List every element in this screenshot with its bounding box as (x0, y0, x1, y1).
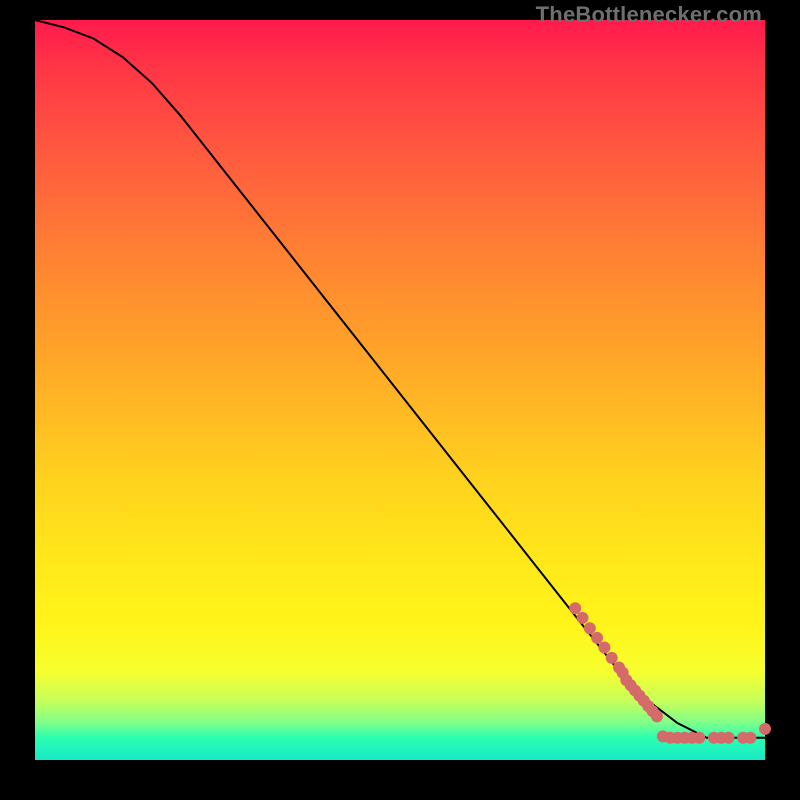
chart-data-point (693, 732, 705, 744)
chart-data-point (606, 652, 618, 664)
chart-data-point (584, 622, 596, 634)
chart-data-point (651, 710, 663, 722)
chart-stage: TheBottlenecker.com (0, 0, 800, 800)
chart-line (35, 20, 765, 738)
chart-plot-area (35, 20, 765, 760)
chart-data-point (591, 632, 603, 644)
chart-data-point (723, 732, 735, 744)
chart-data-point (598, 642, 610, 654)
watermark-label: TheBottlenecker.com (536, 2, 762, 28)
chart-svg (35, 20, 765, 760)
chart-data-point (569, 602, 581, 614)
chart-data-point (744, 732, 756, 744)
chart-line-layer (35, 20, 765, 738)
chart-dots-layer (569, 602, 771, 744)
chart-data-point (577, 612, 589, 624)
chart-data-point (759, 723, 771, 735)
